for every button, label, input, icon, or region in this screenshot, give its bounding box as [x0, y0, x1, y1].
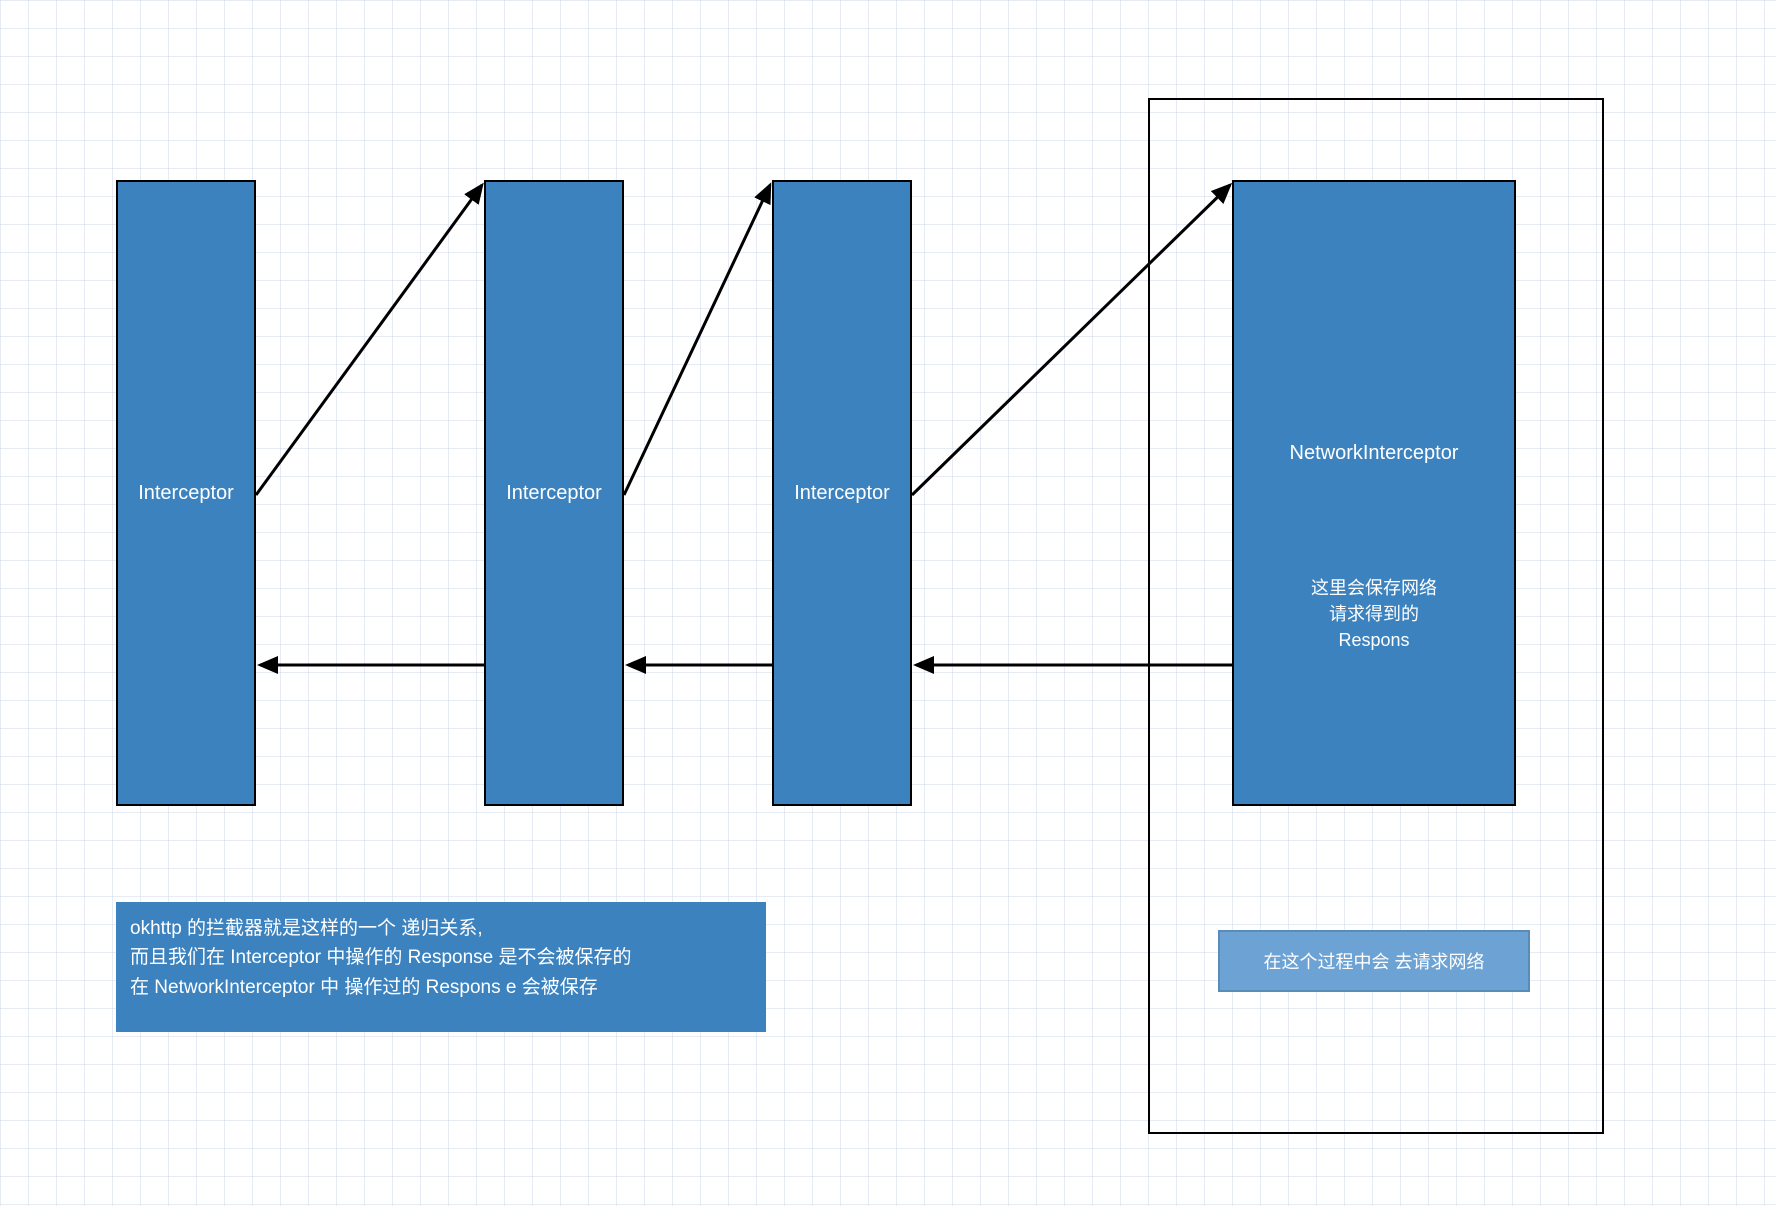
note-small-text: 在这个过程中会 去请求网络: [1264, 948, 1485, 974]
network-interceptor-subtitle: 这里会保存网络 请求得到的 Respons: [1311, 575, 1437, 653]
interceptor-label-2: Interceptor: [506, 482, 602, 505]
interceptor-box-3: Interceptor: [772, 180, 912, 806]
note-small: 在这个过程中会 去请求网络: [1218, 930, 1530, 992]
interceptor-box-1: Interceptor: [116, 180, 256, 806]
network-interceptor-box: NetworkInterceptor 这里会保存网络 请求得到的 Respons: [1232, 180, 1516, 806]
interceptor-label-3: Interceptor: [794, 482, 890, 505]
arrow-forward-2: [624, 185, 770, 495]
interceptor-label-1: Interceptor: [138, 482, 234, 505]
arrow-forward-1: [256, 185, 482, 495]
interceptor-box-2: Interceptor: [484, 180, 624, 806]
note-main: okhttp 的拦截器就是这样的一个 递归关系, 而且我们在 Intercept…: [116, 902, 766, 1032]
network-interceptor-title: NetworkInterceptor: [1290, 442, 1459, 465]
diagram-canvas: Interceptor Interceptor Interceptor Netw…: [0, 0, 1776, 1206]
